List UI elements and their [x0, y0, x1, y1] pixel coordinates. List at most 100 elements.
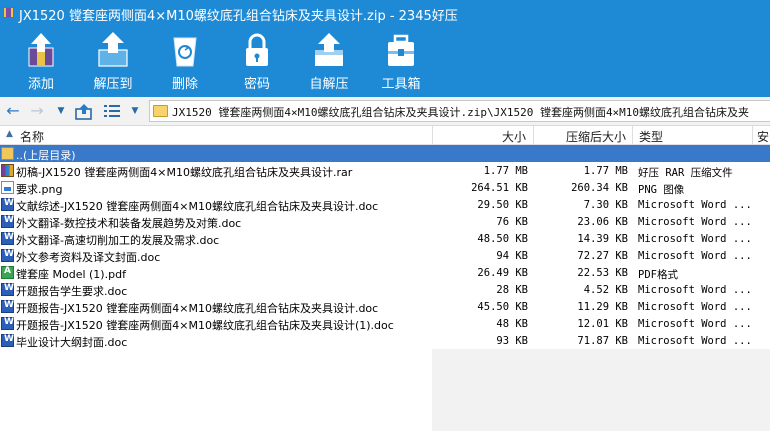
file-name: 要求.png [16, 183, 63, 196]
delete-button[interactable]: 删除 [151, 26, 219, 97]
word-doc-icon [1, 283, 14, 296]
forward-arrow-icon[interactable]: → [28, 102, 46, 120]
file-row[interactable]: 开题报告-JX1520 镗套座两侧面4×M10螺纹底孔组合钻床及夹具设计(1).… [0, 315, 770, 332]
file-row[interactable]: 外文翻译-高速切削加工的发展及需求.doc 48.50 KB 14.39 KB Mic… [0, 230, 770, 247]
file-size: 29.50 KB [477, 199, 528, 211]
file-type: Microsoft Word ... [638, 233, 752, 245]
file-compressed-size: 22.53 KB [577, 267, 628, 279]
word-doc-icon [1, 300, 14, 313]
folder-icon [153, 105, 168, 117]
file-name: 开题报告-JX1520 镗套座两侧面4×M10螺纹底孔组合钻床及夹具设计(1).… [16, 319, 394, 332]
column-compressed-size[interactable]: 压缩后大小 [566, 128, 626, 145]
folder-up-icon [1, 147, 14, 160]
file-size: 93 KB [496, 335, 528, 347]
file-compressed-size: 71.87 KB [577, 335, 628, 347]
word-doc-icon [1, 215, 14, 228]
add-button[interactable]: 添加 [7, 26, 75, 97]
file-size: 28 KB [496, 284, 528, 296]
address-bar: ← → ▼ ▼ JX1520 镗套座两侧面4×M10螺纹底孔组合钻床及夹具设计.… [0, 97, 770, 126]
file-row[interactable]: 外文翻译-数控技术和装备发展趋势及对策.doc 76 KB 23.06 KB Micr… [0, 213, 770, 230]
file-compressed-size: 11.29 KB [577, 301, 628, 313]
column-divider[interactable] [632, 126, 633, 145]
file-row[interactable]: ..(上层目录) [0, 145, 770, 162]
file-type: PNG 图像 [638, 184, 685, 196]
file-size: 94 KB [496, 250, 528, 262]
toolbox-button[interactable]: 工具箱 [367, 26, 435, 97]
rar-icon [1, 164, 14, 177]
file-compressed-size: 23.06 KB [577, 216, 628, 228]
file-size: 48 KB [496, 318, 528, 330]
view-list-icon[interactable] [104, 104, 120, 118]
file-type: Microsoft Word ... [638, 199, 752, 211]
empty-area [432, 349, 770, 431]
self-extract-icon [315, 33, 343, 66]
archive-app-icon [3, 7, 14, 18]
file-name: 外文参考资料及译文封面.doc [16, 251, 161, 264]
file-row[interactable]: 镗套座 Model (1).pdf 26.49 KB 22.53 KB PDF格式 [0, 264, 770, 281]
toolbox-button-label: 工具箱 [381, 77, 421, 92]
self-extract-button[interactable]: 自解压 [295, 26, 363, 97]
file-type: PDF格式 [638, 269, 678, 281]
extract-to-icon [98, 32, 128, 67]
sort-up-arrow-icon: ▲ [6, 129, 13, 139]
file-row[interactable]: 开题报告学生要求.doc 28 KB 4.52 KB Microsoft Word .… [0, 281, 770, 298]
column-name[interactable]: 名称 [20, 128, 44, 145]
file-name: 开题报告学生要求.doc [16, 285, 128, 298]
file-name: 毕业设计大纲封面.doc [16, 336, 128, 349]
file-row[interactable]: 外文参考资料及译文封面.doc 94 KB 72.27 KB Microsoft Wo… [0, 247, 770, 264]
file-row[interactable]: 初稿-JX1520 镗套座两侧面4×M10螺纹底孔组合钻床及夹具设计.rar 1.… [0, 162, 770, 179]
file-size: 45.50 KB [477, 301, 528, 313]
pdf-icon [1, 266, 14, 279]
column-divider[interactable] [533, 126, 534, 145]
file-name: 初稿-JX1520 镗套座两侧面4×M10螺纹底孔组合钻床及夹具设计.rar [16, 166, 353, 179]
up-folder-icon[interactable] [75, 103, 93, 120]
history-dropdown-icon[interactable]: ▼ [56, 103, 66, 119]
window-title: JX1520 镗套座两侧面4×M10螺纹底孔组合钻床及夹具设计.zip - 23… [19, 9, 458, 24]
path-text: JX1520 镗套座两侧面4×M10螺纹底孔组合钻床及夹具设计.zip\JX15… [172, 106, 750, 119]
extract-to-button-label: 解压到 [93, 77, 133, 92]
file-type: Microsoft Word ... [638, 250, 752, 262]
password-button[interactable]: 密码 [223, 26, 291, 97]
extract-to-button[interactable]: 解压到 [79, 26, 147, 97]
file-row[interactable]: 开题报告-JX1520 镗套座两侧面4×M10螺纹底孔组合钻床及夹具设计.doc… [0, 298, 770, 315]
padlock-icon [246, 33, 268, 66]
column-size[interactable]: 大小 [502, 128, 526, 145]
file-size: 76 KB [496, 216, 528, 228]
column-type[interactable]: 类型 [639, 128, 663, 145]
path-field[interactable]: JX1520 镗套座两侧面4×M10螺纹底孔组合钻床及夹具设计.zip\JX15… [149, 100, 770, 122]
back-arrow-icon[interactable]: ← [4, 102, 22, 120]
file-type: Microsoft Word ... [638, 301, 752, 313]
file-size: 26.49 KB [477, 267, 528, 279]
file-compressed-size: 4.52 KB [583, 284, 628, 296]
file-compressed-size: 7.30 KB [583, 199, 628, 211]
recycle-bin-icon [173, 37, 197, 67]
column-divider[interactable] [432, 126, 433, 145]
file-size: 1.77 MB [483, 165, 528, 177]
word-doc-icon [1, 334, 14, 347]
file-type: 好压 RAR 压缩文件 [638, 167, 733, 179]
column-modified[interactable]: 安 [757, 128, 769, 145]
file-row[interactable]: 要求.png 264.51 KB 260.34 KB PNG 图像 [0, 179, 770, 196]
png-icon [1, 181, 14, 194]
file-size: 264.51 KB [471, 182, 528, 194]
view-dropdown-icon[interactable]: ▼ [130, 103, 140, 119]
file-name: 文献综述-JX1520 镗套座两侧面4×M10螺纹底孔组合钻床及夹具设计.doc [16, 200, 379, 213]
self-extract-button-label: 自解压 [309, 77, 349, 92]
file-name: 外文翻译-数控技术和装备发展趋势及对策.doc [16, 217, 242, 230]
password-button-label: 密码 [243, 77, 270, 92]
file-name: 开题报告-JX1520 镗套座两侧面4×M10螺纹底孔组合钻床及夹具设计.doc [16, 302, 379, 315]
title-bar: JX1520 镗套座两侧面4×M10螺纹底孔组合钻床及夹具设计.zip - 23… [0, 0, 770, 26]
word-doc-icon [1, 249, 14, 262]
file-name: 外文翻译-高速切削加工的发展及需求.doc [16, 234, 220, 247]
file-compressed-size: 1.77 MB [583, 165, 628, 177]
file-row[interactable]: 毕业设计大纲封面.doc 93 KB 71.87 KB Microsoft Word … [0, 332, 770, 349]
toolbar: 添加 解压到 删除 密码 自解压 工具箱 [0, 26, 770, 97]
file-compressed-size: 260.34 KB [571, 182, 628, 194]
column-divider[interactable] [752, 126, 753, 145]
file-row[interactable]: 文献综述-JX1520 镗套座两侧面4×M10螺纹底孔组合钻床及夹具设计.doc… [0, 196, 770, 213]
file-compressed-size: 72.27 KB [577, 250, 628, 262]
word-doc-icon [1, 198, 14, 211]
delete-button-label: 删除 [171, 77, 198, 92]
add-archive-icon [28, 33, 54, 67]
file-name: ..(上层目录) [16, 149, 76, 162]
